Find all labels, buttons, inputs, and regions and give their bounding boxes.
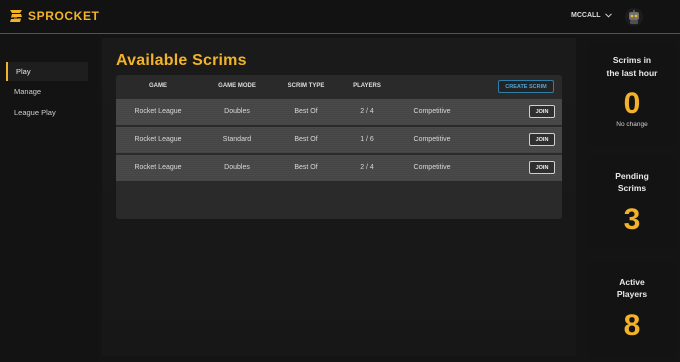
cell-scrim-type: Best Of [294, 164, 318, 171]
sidebar-item-label: Manage [14, 87, 42, 96]
column-header-scrim-type: SCRIM TYPE [287, 83, 325, 89]
stat-label: Active [619, 277, 645, 287]
column-header-players: PLAYERS [353, 83, 381, 89]
table-header: GAME GAME MODE SCRIM TYPE PLAYERS CREATE… [116, 75, 562, 99]
join-button[interactable]: JOIN [529, 105, 555, 118]
stat-change: No change [616, 121, 648, 128]
sidebar-item-label: Play [16, 67, 31, 76]
main-panel: Available Scrims GAME GAME MODE SCRIM TY… [102, 38, 576, 356]
page-title: Available Scrims [116, 52, 247, 69]
table-row: Rocket League Standard Best Of 1 / 6 Com… [116, 127, 562, 153]
join-button[interactable]: JOIN [529, 133, 555, 146]
stat-value: 0 [623, 87, 641, 120]
sidebar-item-league-play[interactable]: League Play [6, 103, 88, 122]
cell-game: Rocket League [134, 136, 182, 143]
sidebar-item-play[interactable]: Play [6, 62, 88, 81]
table-row: Rocket League Doubles Best Of 2 / 4 Comp… [116, 99, 562, 125]
cell-game: Rocket League [134, 108, 182, 115]
cell-skill: Competitive [413, 164, 451, 171]
robot-avatar-icon [625, 8, 643, 26]
stat-card-pending-scrims: Pending Scrims 3 [589, 156, 675, 248]
table-row: Rocket League Doubles Best Of 2 / 4 Comp… [116, 155, 562, 181]
cell-players: 1 / 6 [360, 136, 374, 143]
scrims-table: GAME GAME MODE SCRIM TYPE PLAYERS CREATE… [116, 75, 562, 219]
create-scrim-button[interactable]: CREATE SCRIM [498, 80, 554, 93]
stat-label: Players [616, 289, 648, 299]
cell-scrim-type: Best Of [294, 108, 318, 115]
stat-label: Scrims in [612, 55, 652, 65]
stat-label: Pending [615, 171, 649, 181]
cell-scrim-type: Best Of [294, 136, 318, 143]
username: MCCALL [571, 12, 601, 19]
chevron-down-icon [604, 13, 612, 18]
cell-players: 2 / 4 [360, 164, 374, 171]
stat-value: 8 [623, 309, 641, 342]
cell-players: 2 / 4 [360, 108, 374, 115]
cell-skill: Competitive [413, 136, 451, 143]
cell-game: Rocket League [134, 164, 182, 171]
top-bar: SPROCKET MCCALL [0, 0, 680, 34]
column-header-game: GAME [149, 83, 167, 89]
brand-name: SPROCKET [28, 9, 100, 23]
stat-card-active-players: Active Players 8 [589, 262, 675, 358]
sidebar-item-label: League Play [14, 108, 56, 117]
cell-game-mode: Doubles [224, 164, 250, 171]
brand-logo[interactable]: SPROCKET [8, 9, 99, 23]
cell-game-mode: Doubles [224, 108, 250, 115]
stat-value: 3 [623, 203, 641, 236]
cell-game-mode: Standard [222, 136, 252, 143]
sidebar-item-manage[interactable]: Manage [6, 82, 88, 101]
stat-label: the last hour [606, 68, 658, 78]
join-button[interactable]: JOIN [529, 161, 555, 174]
avatar[interactable] [625, 8, 643, 26]
sidebar: Play Manage League Play [0, 34, 98, 362]
column-header-game-mode: GAME MODE [218, 83, 256, 89]
sprocket-logo-icon [10, 10, 22, 22]
stat-card-scrims-last-hour: Scrims in the last hour 0 No change [589, 42, 675, 146]
user-menu[interactable]: MCCALL [571, 12, 612, 19]
stat-label: Scrims [617, 183, 647, 193]
cell-skill: Competitive [413, 108, 451, 115]
